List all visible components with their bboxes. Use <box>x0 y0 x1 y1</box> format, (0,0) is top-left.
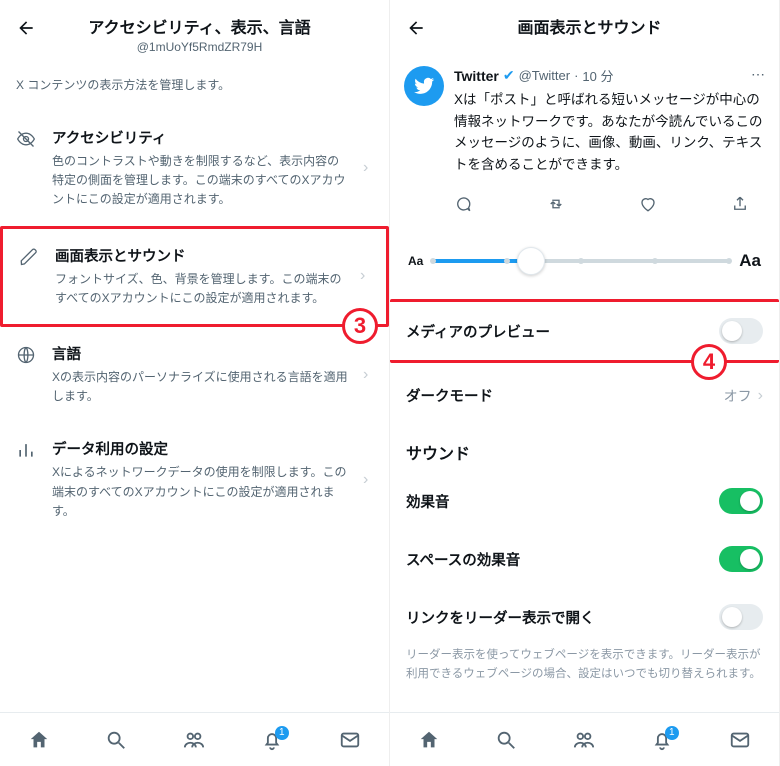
setting-desc: フォントサイズ、色、背景を管理します。この端末のすべてのXアカウントにこの設定が… <box>55 270 346 308</box>
setting-desc: 色のコントラストや動きを制限するなど、表示内容の特定の側面を管理します。この端末… <box>52 152 349 210</box>
notification-badge: 1 <box>665 726 679 740</box>
toggle-media-preview[interactable] <box>719 318 763 344</box>
bottom-nav: 1 <box>0 712 389 766</box>
slider-min-label: Aa <box>408 254 423 268</box>
nav-communities[interactable] <box>182 729 206 751</box>
share-icon <box>731 195 749 213</box>
tweet-actions <box>390 185 779 227</box>
search-icon <box>105 729 127 751</box>
callout-circle-3: 3 <box>342 308 378 344</box>
row-label: スペースの効果音 <box>406 549 520 570</box>
row-reader-desc: リーダー表示を使ってウェブページを表示できます。リーダー表示が利用できるウェブペ… <box>390 646 779 695</box>
arrow-left-icon <box>406 18 426 38</box>
toggle-space-sfx[interactable] <box>719 546 763 572</box>
page-title: 画面表示とサウンド <box>440 14 739 38</box>
section-heading-sound: サウンド <box>390 422 779 472</box>
section-intro: X コンテンツの表示方法を管理します。 <box>0 62 389 111</box>
chevron-right-icon: › <box>758 387 763 405</box>
nav-home[interactable] <box>418 729 440 751</box>
chevron-right-icon: › <box>363 471 375 489</box>
slider-track[interactable] <box>433 259 729 263</box>
tweet-time: 10 分 <box>582 66 613 85</box>
chevron-right-icon: › <box>363 159 375 177</box>
tweet-more-button[interactable]: ⋯ <box>751 66 765 83</box>
right-header: 画面表示とサウンド <box>390 0 779 50</box>
setting-title: 言語 <box>52 343 349 364</box>
notification-badge: 1 <box>275 726 289 740</box>
tweet-author-handle: @Twitter <box>519 68 570 83</box>
reply-button[interactable] <box>454 195 472 213</box>
verified-badge-icon: ✔ <box>503 67 515 84</box>
tweet-text: Xは「ポスト」と呼ばれる短いメッセージが中心の情報ネットワークです。あなたが今読… <box>454 89 765 175</box>
people-icon <box>182 729 206 751</box>
nav-notifications[interactable]: 1 <box>261 729 283 751</box>
setting-display-sound[interactable]: 画面表示とサウンド フォントサイズ、色、背景を管理します。この端末のすべてのXア… <box>3 229 386 324</box>
home-icon <box>418 729 440 751</box>
setting-desc: Xによるネットワークデータの使用を制限します。この端末のすべてのXアカウントにこ… <box>52 463 349 521</box>
row-label: 効果音 <box>406 491 450 512</box>
row-dark-mode[interactable]: ダークモード オフ › <box>390 369 779 422</box>
tweet-author-name: Twitter <box>454 68 499 84</box>
font-size-slider[interactable]: Aa Aa <box>390 227 779 299</box>
reply-icon <box>454 195 472 213</box>
row-reader-link[interactable]: リンクをリーダー表示で開く <box>390 588 779 646</box>
retweet-icon <box>546 195 566 213</box>
bottom-nav: 1 <box>390 712 779 766</box>
row-sfx[interactable]: 効果音 <box>390 472 779 530</box>
setting-title: アクセシビリティ <box>52 127 349 148</box>
envelope-icon <box>728 729 752 751</box>
setting-data-usage[interactable]: データ利用の設定 Xによるネットワークデータの使用を制限します。この端末のすべて… <box>0 422 389 537</box>
bars-icon <box>16 440 36 460</box>
toggle-sfx[interactable] <box>719 488 763 514</box>
home-icon <box>28 729 50 751</box>
people-icon <box>572 729 596 751</box>
setting-language[interactable]: 言語 Xの表示内容のパーソナライズに使用される言語を適用します。 › <box>0 327 389 422</box>
setting-desc: Xの表示内容のパーソナライズに使用される言語を適用します。 <box>52 368 349 406</box>
pencil-icon <box>19 247 39 267</box>
highlight-box-3: 画面表示とサウンド フォントサイズ、色、背景を管理します。この端末のすべてのXア… <box>0 226 389 327</box>
setting-title: 画面表示とサウンド <box>55 245 346 266</box>
row-label: リンクをリーダー表示で開く <box>406 607 595 628</box>
heart-icon <box>639 195 657 213</box>
eye-off-icon <box>16 129 36 149</box>
bird-icon <box>413 75 435 97</box>
nav-messages[interactable] <box>728 729 752 751</box>
row-value: オフ <box>724 386 752 406</box>
settings-list: アクセシビリティ 色のコントラストや動きを制限するなど、表示内容の特定の側面を管… <box>0 111 389 537</box>
row-label: メディアのプレビュー <box>406 321 550 342</box>
avatar <box>404 66 444 106</box>
nav-search[interactable] <box>105 729 127 751</box>
left-pane: アクセシビリティ、表示、言語 @1mUoYf5RmdZR79H X コンテンツの… <box>0 0 390 766</box>
nav-messages[interactable] <box>338 729 362 751</box>
page-handle: @1mUoYf5RmdZR79H <box>50 40 349 54</box>
arrow-left-icon <box>16 18 36 38</box>
back-button[interactable] <box>402 14 430 42</box>
chevron-right-icon: › <box>363 366 375 384</box>
sample-tweet: Twitter ✔ @Twitter · 10 分 ⋯ Xは「ポスト」と呼ばれる… <box>390 50 779 185</box>
row-space-sfx[interactable]: スペースの効果音 <box>390 530 779 588</box>
page-title: アクセシビリティ、表示、言語 <box>50 14 349 38</box>
globe-icon <box>16 345 36 365</box>
nav-notifications[interactable]: 1 <box>651 729 673 751</box>
nav-communities[interactable] <box>572 729 596 751</box>
slider-max-label: Aa <box>739 251 761 271</box>
toggle-reader-link[interactable] <box>719 604 763 630</box>
left-header: アクセシビリティ、表示、言語 @1mUoYf5RmdZR79H <box>0 0 389 62</box>
envelope-icon <box>338 729 362 751</box>
row-label: ダークモード <box>406 385 493 406</box>
back-button[interactable] <box>12 14 40 42</box>
highlight-box-4: メディアのプレビュー 4 <box>390 299 779 363</box>
chevron-right-icon: › <box>360 267 372 285</box>
slider-thumb[interactable] <box>517 247 545 275</box>
like-button[interactable] <box>639 195 657 213</box>
search-icon <box>495 729 517 751</box>
nav-home[interactable] <box>28 729 50 751</box>
retweet-button[interactable] <box>546 195 566 213</box>
nav-search[interactable] <box>495 729 517 751</box>
setting-accessibility[interactable]: アクセシビリティ 色のコントラストや動きを制限するなど、表示内容の特定の側面を管… <box>0 111 389 226</box>
right-pane: 画面表示とサウンド Twitter ✔ @Twitter · 10 分 ⋯ Xは… <box>390 0 780 766</box>
setting-title: データ利用の設定 <box>52 438 349 459</box>
share-button[interactable] <box>731 195 749 213</box>
